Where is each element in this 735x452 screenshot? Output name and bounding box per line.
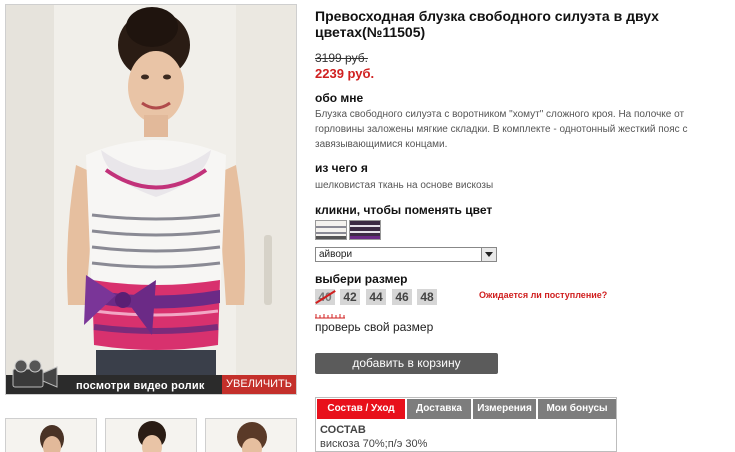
swatch-ivory[interactable]: [315, 220, 347, 240]
awaiting-stock-link[interactable]: Ожидается ли поступление?: [479, 290, 607, 300]
old-price: 3199 руб.: [315, 51, 368, 65]
size-40[interactable]: 40: [315, 289, 335, 305]
size-heading: выбери размер: [315, 272, 408, 286]
new-price: 2239 руб.: [315, 66, 375, 81]
tab-measurements[interactable]: Измерения: [473, 399, 536, 419]
material-heading: из чего я: [315, 161, 368, 175]
product-title: Превосходная блузка свободного силуэта в…: [315, 8, 659, 40]
chevron-down-icon[interactable]: [481, 248, 496, 261]
tab-composition[interactable]: Состав / Уход: [317, 399, 405, 419]
check-size-link[interactable]: проверь свой размер: [315, 320, 433, 334]
zoom-button[interactable]: УВЕЛИЧИТЬ: [222, 375, 296, 394]
size-44[interactable]: 44: [366, 289, 386, 305]
size-46[interactable]: 46: [392, 289, 412, 305]
color-heading: кликни, чтобы поменять цвет: [315, 203, 493, 217]
video-camera-icon[interactable]: [9, 357, 61, 391]
product-photo[interactable]: посмотри видео ролик УВЕЛИЧИТЬ: [5, 4, 297, 395]
tab-content-text: вискоза 70%;п/э 30%: [320, 438, 428, 450]
swatch-purple[interactable]: [349, 220, 381, 240]
info-tabs: Состав / Уход Доставка Измерения Мои бон…: [315, 397, 617, 452]
size-48[interactable]: 48: [417, 289, 437, 305]
add-to-cart-button[interactable]: добавить в корзину: [315, 353, 498, 374]
size-42[interactable]: 42: [340, 289, 360, 305]
ruler-icon[interactable]: [315, 313, 345, 319]
tab-bonuses[interactable]: Мои бонусы: [538, 399, 616, 419]
about-heading: обо мне: [315, 91, 364, 105]
tab-delivery[interactable]: Доставка: [407, 399, 471, 419]
about-text: Блузка свободного силуэта с воротником "…: [315, 109, 688, 150]
material-text: шелковистая ткань на основе вискозы: [315, 180, 494, 191]
product-photo-image: [6, 5, 296, 394]
thumbnail-3[interactable]: [205, 418, 297, 452]
thumbnail-1[interactable]: [5, 418, 97, 452]
watch-video-link[interactable]: посмотри видео ролик: [76, 380, 205, 392]
color-select-value: айвори: [319, 249, 353, 260]
color-select[interactable]: айвори: [315, 247, 497, 262]
tab-row: Состав / Уход Доставка Измерения Мои бон…: [316, 398, 616, 420]
thumbnail-2[interactable]: [105, 418, 197, 452]
tab-content-title: СОСТАВ: [320, 424, 366, 436]
